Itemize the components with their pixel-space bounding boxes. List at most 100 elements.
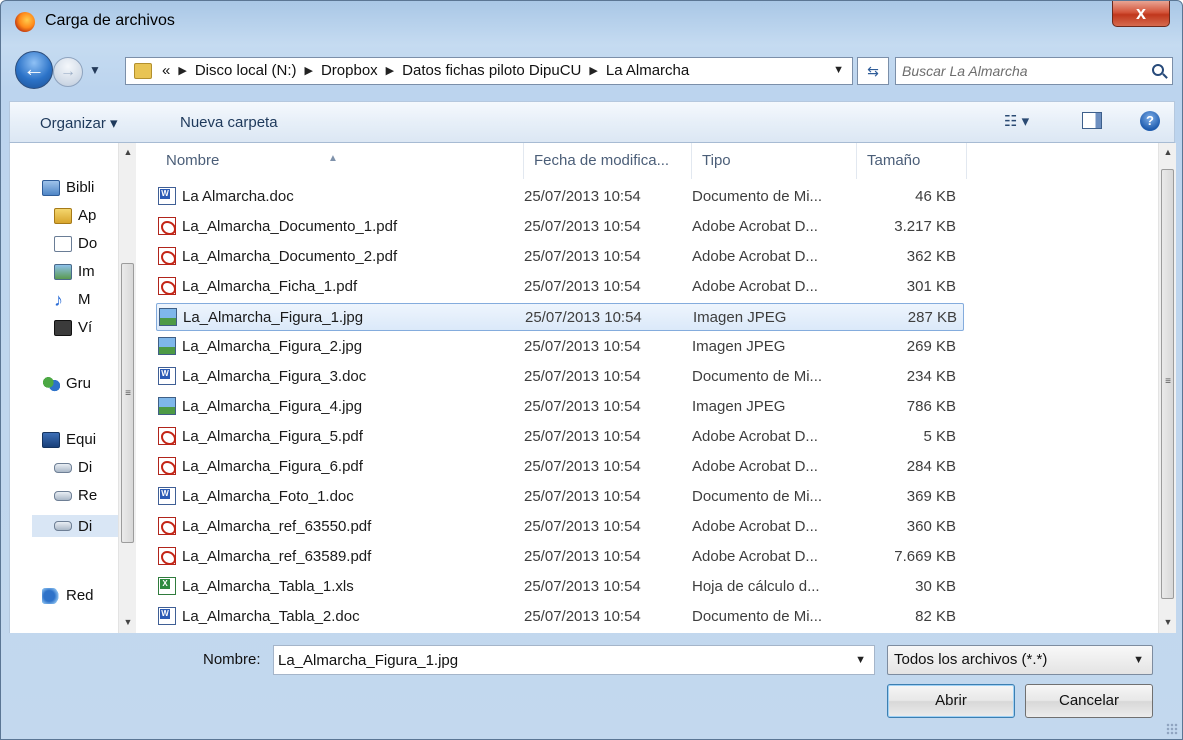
chevron-down-icon[interactable]: ▼ [833,64,844,76]
nav-scrollbar[interactable]: ▲ ▼ [118,143,136,633]
breadcrumb-overflow[interactable]: « [162,62,170,79]
file-row[interactable]: La Almarcha.doc 25/07/2013 10:54 Documento… [156,183,964,211]
file-size: 234 KB [906,368,956,385]
history-dropdown-icon[interactable]: ▼ [89,63,101,77]
nav-item-music[interactable]: ♪ M [54,289,91,310]
scroll-down-icon[interactable]: ▼ [1159,617,1177,627]
title-bar: Carga de archivos x [1,1,1182,45]
file-row[interactable]: La_Almarcha_Documento_1.pdf 25/07/2013 10… [156,213,964,241]
file-name-cell: La_Almarcha_Documento_2.pdf [158,247,514,265]
forward-button[interactable]: → [53,57,83,87]
file-name-cell: La_Almarcha_ref_63589.pdf [158,547,514,565]
file-name-cell: La Almarcha.doc [158,187,514,205]
breadcrumb-item[interactable]: Disco local (N:) [195,62,297,79]
file-row[interactable]: La_Almarcha_Figura_5.pdf 25/07/2013 10:54… [156,423,964,451]
chevron-down-icon: ▼ [1133,654,1144,666]
music-icon: ♪ [54,289,63,310]
nav-item-documents[interactable]: Do [54,235,97,252]
file-type-select[interactable]: Todos los archivos (*.*) ▼ [887,645,1153,675]
file-name-cell: La_Almarcha_Figura_5.pdf [158,427,514,445]
file-type: Documento de Mi... [692,488,823,505]
file-date: 25/07/2013 10:54 [524,608,641,625]
nav-item-homegroup[interactable]: Gru [42,375,91,392]
chevron-right-icon[interactable]: ▶ [589,64,597,77]
nav-scroll-thumb[interactable] [121,263,134,543]
file-name: La_Almarcha_Figura_5.pdf [182,427,363,445]
file-date: 25/07/2013 10:54 [524,548,641,565]
file-row[interactable]: La_Almarcha_Figura_2.jpg 25/07/2013 10:54… [156,333,964,361]
file-name: La_Almarcha_ref_63550.pdf [182,517,372,535]
file-scrollbar[interactable]: ▲ ▼ [1158,143,1176,633]
word-document-icon [158,487,176,505]
file-name: La_Almarcha_Documento_2.pdf [182,247,398,265]
help-icon[interactable]: ? [1140,111,1160,131]
file-type-value: Todos los archivos (*.*) [894,651,1048,668]
file-name: La_Almarcha_Ficha_1.pdf [182,277,358,295]
new-folder-button[interactable]: Nueva carpeta [180,114,278,131]
scroll-down-icon[interactable]: ▼ [119,617,137,627]
address-bar[interactable]: « ▶ Disco local (N:) ▶ Dropbox ▶ Datos f… [125,57,853,85]
nav-item-network[interactable]: Red [42,587,94,604]
file-row[interactable]: La_Almarcha_Figura_1.jpg 25/07/2013 10:54… [156,303,964,331]
file-name: La_Almarcha_Figura_2.jpg [182,337,363,355]
back-button[interactable]: ← [15,51,53,89]
folder-icon [134,63,152,79]
filename-label: Nombre: [203,651,261,668]
chevron-down-icon[interactable]: ▼ [855,654,866,666]
breadcrumb-item[interactable]: La Almarcha [606,62,689,79]
library-icon [42,179,60,196]
file-row[interactable]: La_Almarcha_Documento_2.pdf 25/07/2013 10… [156,243,964,271]
video-icon [54,319,72,336]
file-list: Nombre ▲ Fecha de modifica... Tipo Tamañ… [142,143,1158,633]
file-date: 25/07/2013 10:54 [524,518,641,535]
nav-item-drive-1[interactable]: Di [54,459,92,476]
drive-icon [54,490,72,501]
file-row[interactable]: La_Almarcha_ref_63589.pdf 25/07/2013 10:5… [156,543,964,571]
file-row[interactable]: La_Almarcha_Foto_1.doc 25/07/2013 10:54 Do… [156,483,964,511]
column-header-name[interactable]: Nombre ▲ [156,143,524,179]
chevron-right-icon[interactable]: ▶ [386,64,394,77]
chevron-right-icon[interactable]: ▶ [178,64,186,77]
file-name: La_Almarcha_Tabla_1.xls [182,577,354,595]
file-row[interactable]: La_Almarcha_Figura_3.doc 25/07/2013 10:54… [156,363,964,391]
nav-item-images[interactable]: Im [54,263,95,280]
file-row[interactable]: La_Almarcha_Figura_6.pdf 25/07/2013 10:54… [156,453,964,481]
breadcrumb-item[interactable]: Dropbox [321,62,378,79]
column-header-date[interactable]: Fecha de modifica... [524,143,692,179]
refresh-button[interactable]: ⇆ [857,57,889,85]
column-label: Nombre [166,152,220,169]
view-options-icon[interactable]: ☷ ▾ [1004,112,1029,130]
file-date: 25/07/2013 10:54 [524,188,641,205]
search-icon[interactable] [1152,64,1164,76]
file-row[interactable]: La_Almarcha_ref_63550.pdf 25/07/2013 10:5… [156,513,964,541]
preview-pane-icon[interactable] [1082,112,1102,129]
nav-item-apps[interactable]: Ap [54,207,96,224]
scroll-up-icon[interactable]: ▲ [119,147,137,157]
open-button[interactable]: Abrir [887,684,1015,718]
file-type: Imagen JPEG [692,398,786,415]
file-row[interactable]: La_Almarcha_Ficha_1.pdf 25/07/2013 10:54 A… [156,273,964,301]
file-row[interactable]: La_Almarcha_Tabla_2.doc 25/07/2013 10:54 D… [156,603,964,631]
close-button[interactable]: x [1112,1,1170,27]
nav-item-videos[interactable]: Ví [54,319,92,336]
organize-button[interactable]: Organizar ▾ [40,114,118,132]
breadcrumb-item[interactable]: Datos fichas piloto DipuCU [402,62,581,79]
file-row[interactable]: La_Almarcha_Figura_4.jpg 25/07/2013 10:54… [156,393,964,421]
nav-item-libraries[interactable]: Bibli [42,179,94,196]
file-size: 5 KB [923,428,956,445]
nav-item-drive-2[interactable]: Re [54,487,97,504]
nav-item-computer[interactable]: Equi [42,431,96,448]
column-header-size[interactable]: Tamaño [857,143,967,179]
nav-item-drive-3[interactable]: Di [32,515,118,537]
chevron-right-icon[interactable]: ▶ [305,64,313,77]
file-row[interactable]: La_Almarcha_Tabla_1.xls 25/07/2013 10:54 H… [156,573,964,601]
pdf-icon [158,217,176,235]
column-header-type[interactable]: Tipo [692,143,857,179]
filename-input[interactable] [278,650,838,670]
cancel-button[interactable]: Cancelar [1025,684,1153,718]
resize-grip-icon[interactable] [1166,723,1178,735]
firefox-icon [15,12,35,32]
search-input[interactable] [902,61,1138,81]
file-scroll-thumb[interactable] [1161,169,1174,599]
scroll-up-icon[interactable]: ▲ [1159,147,1177,157]
